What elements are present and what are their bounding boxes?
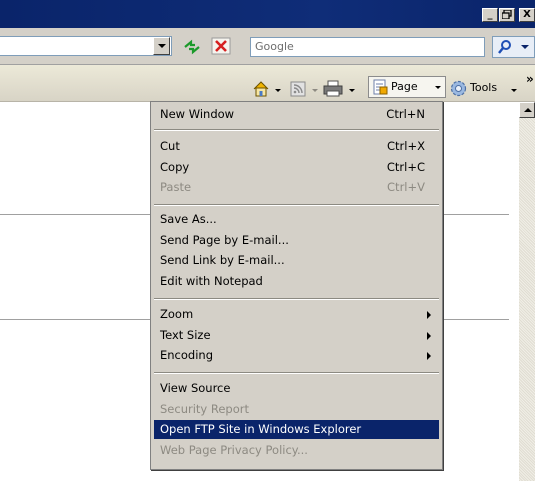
menu-separator (154, 129, 439, 131)
menu-item-edit-notepad[interactable]: Edit with Notepad (154, 272, 439, 291)
menu-item-send-link[interactable]: Send Link by E-mail... (154, 251, 439, 270)
menu-separator (154, 372, 439, 374)
home-icon[interactable] (252, 80, 270, 98)
print-icon[interactable] (323, 80, 343, 98)
page-menu-button[interactable]: Page (368, 76, 446, 98)
submenu-arrow-icon (427, 332, 431, 340)
search-icon (498, 40, 511, 54)
stop-icon[interactable] (211, 37, 231, 55)
submenu-arrow-icon (427, 311, 431, 319)
menu-item-security-report: Security Report (160, 402, 250, 416)
menu-item-paste: Paste Ctrl+V (160, 180, 425, 194)
close-button[interactable]: X (519, 8, 535, 22)
search-options-dropdown[interactable] (517, 36, 535, 58)
content-rule (443, 319, 509, 320)
menu-item-text-size[interactable]: Text Size (154, 326, 439, 345)
menu-item-zoom[interactable]: Zoom (154, 305, 439, 324)
menu-item-cut[interactable]: Cut Ctrl+X (154, 137, 439, 156)
restore-icon (502, 10, 512, 19)
menu-item-encoding[interactable]: Encoding (154, 346, 439, 365)
vertical-scrollbar[interactable] (519, 102, 535, 481)
tools-dropdown-arrow[interactable] (511, 89, 517, 92)
more-chevron[interactable]: » (526, 72, 534, 86)
refresh-icon[interactable] (182, 38, 202, 56)
menu-item-open-ftp[interactable]: Open FTP Site in Windows Explorer (154, 420, 439, 439)
menu-item-new-window[interactable]: New Window Ctrl+N (154, 105, 439, 124)
search-input[interactable]: Google (250, 37, 485, 57)
submenu-arrow-icon (427, 352, 431, 360)
maximize-button[interactable] (499, 8, 515, 22)
content-rule (0, 214, 150, 215)
search-button[interactable] (492, 36, 518, 58)
menu-item-view-source[interactable]: View Source (154, 379, 439, 398)
menu-item-send-page[interactable]: Send Page by E-mail... (154, 231, 439, 250)
menu-item-privacy-policy: Web Page Privacy Policy... (160, 443, 308, 457)
menu-item-copy[interactable]: Copy Ctrl+C (154, 158, 439, 177)
menu-separator (154, 298, 439, 300)
page-menu: New Window Ctrl+N Cut Ctrl+X Copy Ctrl+C… (150, 101, 443, 470)
scroll-up-button[interactable] (519, 102, 535, 118)
menu-item-save-as[interactable]: Save As... (154, 210, 439, 229)
home-dropdown-arrow[interactable] (275, 89, 281, 92)
feeds-icon[interactable] (290, 81, 306, 97)
print-dropdown-arrow[interactable] (349, 89, 355, 92)
menu-separator (154, 204, 439, 206)
content-rule (443, 214, 509, 215)
title-bar: _ X (0, 0, 535, 28)
address-toolbar: Google (0, 28, 535, 65)
page-icon (373, 79, 388, 95)
tools-label[interactable]: Tools (470, 81, 497, 94)
feeds-dropdown-arrow (312, 89, 318, 92)
minimize-button[interactable]: _ (482, 8, 498, 22)
page-dropdown-arrow (435, 86, 441, 89)
page-label: Page (391, 80, 418, 93)
address-dropdown-button[interactable] (153, 37, 170, 55)
content-rule (0, 319, 150, 320)
gear-icon[interactable] (450, 80, 467, 97)
address-input[interactable] (0, 36, 172, 56)
